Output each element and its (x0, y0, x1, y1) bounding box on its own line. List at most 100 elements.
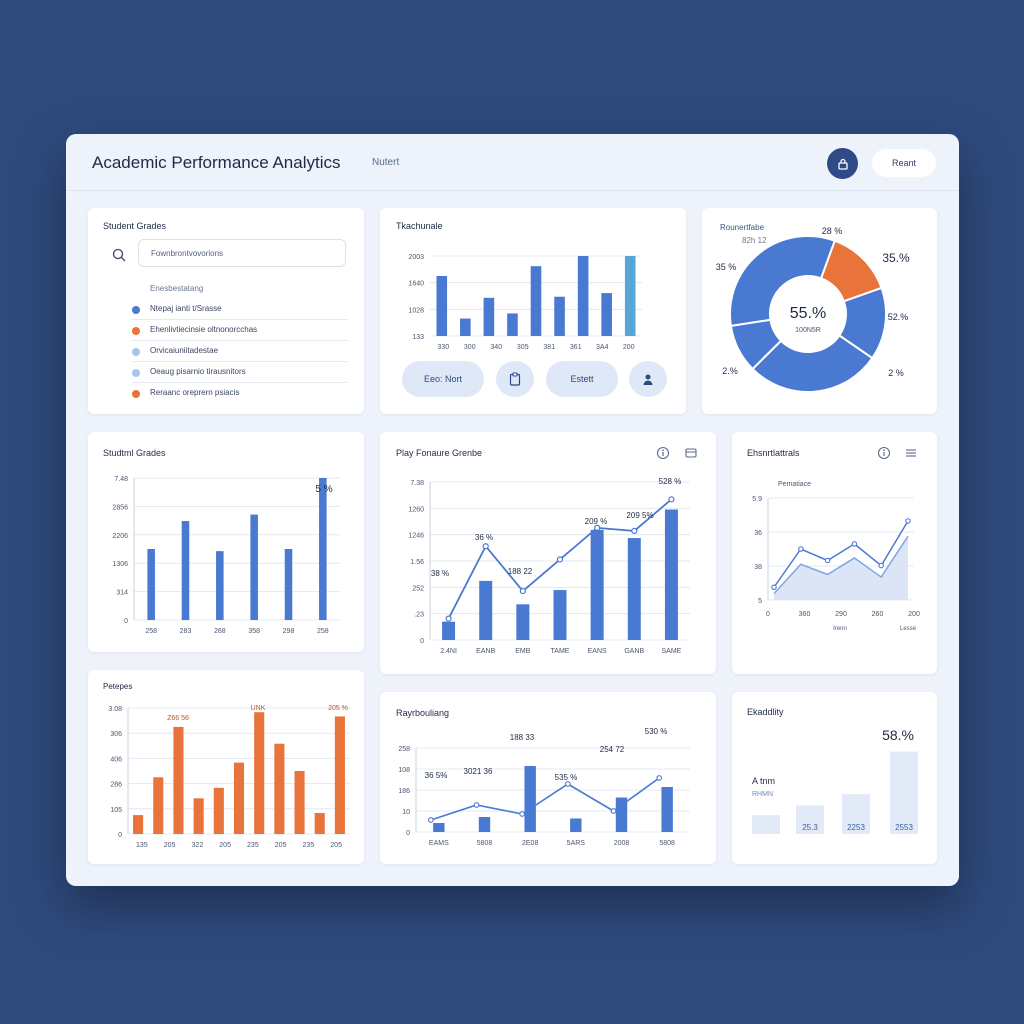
app-title: Academic Performance Analytics (92, 153, 341, 172)
bar (479, 580, 493, 640)
x-tick-label: 358 (248, 628, 260, 635)
bar (530, 266, 542, 336)
bar (478, 817, 491, 832)
list-item-label: Ehenlivtiecinsie oltnonorcchas (150, 325, 258, 334)
bar (314, 813, 325, 834)
y-tick-label: 0 (124, 618, 128, 625)
y-tick-label: 0 (406, 830, 410, 837)
bar-annotation: UNK (251, 705, 266, 712)
search-input[interactable]: Fownbrontvovorions (138, 239, 346, 267)
y-tick-label: 38 (754, 564, 762, 571)
bar (133, 815, 144, 834)
x-tick-label: 340 (490, 344, 502, 351)
combo-panel: Play Fonaure Grenbe 0 .23 252 1.56 1246 1260 7… (380, 432, 716, 674)
x-tick-label: 2E08 (522, 840, 538, 847)
report-button[interactable]: Reant (872, 149, 936, 177)
line-point-label: 535 % (555, 773, 578, 782)
x-tick-label: 3A4 (596, 344, 609, 351)
chart-annotation: Pematiace (778, 481, 811, 488)
headline-value: 58.% (882, 727, 914, 743)
x-tick-label: SAME (662, 648, 682, 655)
y-tick-label: 108 (398, 767, 410, 774)
x-tick-label: 305 (517, 344, 529, 351)
clipboard-button[interactable] (496, 361, 534, 397)
slice-label: 35 % (716, 262, 737, 272)
panel-title: Play Fonaure Grenbe (396, 448, 483, 458)
list-item[interactable]: Ntepaj ianti t/Srasse (132, 299, 348, 320)
y-tick-label: 0 (420, 638, 424, 645)
bar (433, 823, 445, 832)
list-item-label: Oeaug pisarnio tirausnitors (150, 367, 246, 376)
x-sub-label: Irenn (833, 626, 847, 632)
lock-button[interactable] (827, 148, 858, 179)
y-tick-label: 258 (398, 746, 410, 753)
bar (664, 509, 678, 640)
search-icon[interactable] (112, 248, 126, 262)
y-tick-label: 314 (116, 590, 128, 597)
menu-icon[interactable] (904, 446, 918, 460)
trend-point (668, 496, 675, 503)
panel-title: Ehsnrtlattrals (747, 448, 800, 458)
x-tick-label: TAME (551, 648, 570, 655)
bar (213, 787, 224, 834)
legend-dot (132, 390, 140, 398)
bar (284, 549, 293, 620)
edit-button[interactable]: Eeo: Nort (402, 361, 484, 397)
estimate-button[interactable]: Estett (546, 361, 618, 397)
list-item[interactable]: Reraanc oreprern psiacis (132, 383, 348, 404)
info-icon[interactable] (656, 446, 670, 460)
bar (570, 818, 582, 832)
y-tick-label: 2206 (112, 533, 128, 540)
trend-point (519, 587, 526, 595)
bar (890, 751, 918, 834)
bar (216, 551, 224, 620)
x-tick-label: 298 (283, 628, 295, 635)
bar (507, 313, 518, 336)
orange-bar-chart: 0 105 286 406 306 3.08 135 205 322 205 235 205 235 20… (108, 705, 350, 849)
nav-link[interactable]: Nutert (372, 157, 399, 168)
donut-center-sub: 100N5R (795, 327, 821, 334)
line-point-label: 528 % (659, 477, 682, 486)
panel-title: Tkachunale (396, 221, 443, 231)
list-item[interactable]: Oeaug pisarnio tirausnitors (132, 362, 348, 383)
user-icon (643, 374, 653, 385)
slice-label: 2.% (722, 366, 738, 376)
x-tick-label: 205 (164, 842, 176, 849)
line-point-label: 188 22 (508, 567, 533, 576)
x-tick-label: 283 (180, 628, 192, 635)
bar (661, 787, 673, 832)
y-tick-label: 2003 (408, 254, 424, 261)
info-icon[interactable] (877, 446, 891, 460)
search-placeholder: Fownbrontvovorions (151, 249, 224, 258)
bar-annotation: Z66 56 (167, 715, 189, 722)
bar (153, 777, 164, 834)
y-tick-label: 5 (758, 598, 762, 605)
x-tick-label: 2008 (614, 840, 630, 847)
bar (752, 815, 780, 834)
series-point (905, 518, 911, 524)
x-tick-label: 205 (219, 842, 231, 849)
donut-chart: 55.% 100N5R 35 % 28 % 35.% 52.% 2 % 2.% (716, 226, 910, 393)
series-point (798, 546, 804, 552)
list-item[interactable]: Orvicaiuniitadestae (132, 341, 348, 362)
y-tick-label: 36 (754, 530, 762, 537)
x-tick-label: 258 (317, 628, 329, 635)
trend-point (594, 524, 601, 531)
x-tick-label: EANB (476, 648, 495, 655)
bar (554, 296, 565, 336)
x-tick-label: 260 (872, 611, 884, 618)
user-button[interactable] (629, 361, 667, 397)
x-tick-label: 290 (835, 611, 847, 618)
y-tick-label: 10 (402, 809, 410, 816)
list-item-label: Reraanc oreprern psiacis (150, 388, 240, 397)
series-point (824, 557, 831, 564)
bottom-combo-panel: Rayrbouliang 0 10 186 108 258 EAMS 5808 2E08 5AR… (380, 692, 716, 864)
x-tick-label: 200 (623, 344, 635, 351)
window-icon[interactable] (684, 446, 698, 460)
slice-label: 28 % (822, 226, 843, 236)
line-point-label: 530 % (645, 727, 668, 736)
x-tick-label: EAMS (429, 840, 449, 847)
list-item[interactable]: Ehenlivtiecinsie oltnonorcchas (132, 320, 348, 341)
trend-point (556, 556, 564, 563)
line-point-label: 209 5% (626, 511, 653, 520)
